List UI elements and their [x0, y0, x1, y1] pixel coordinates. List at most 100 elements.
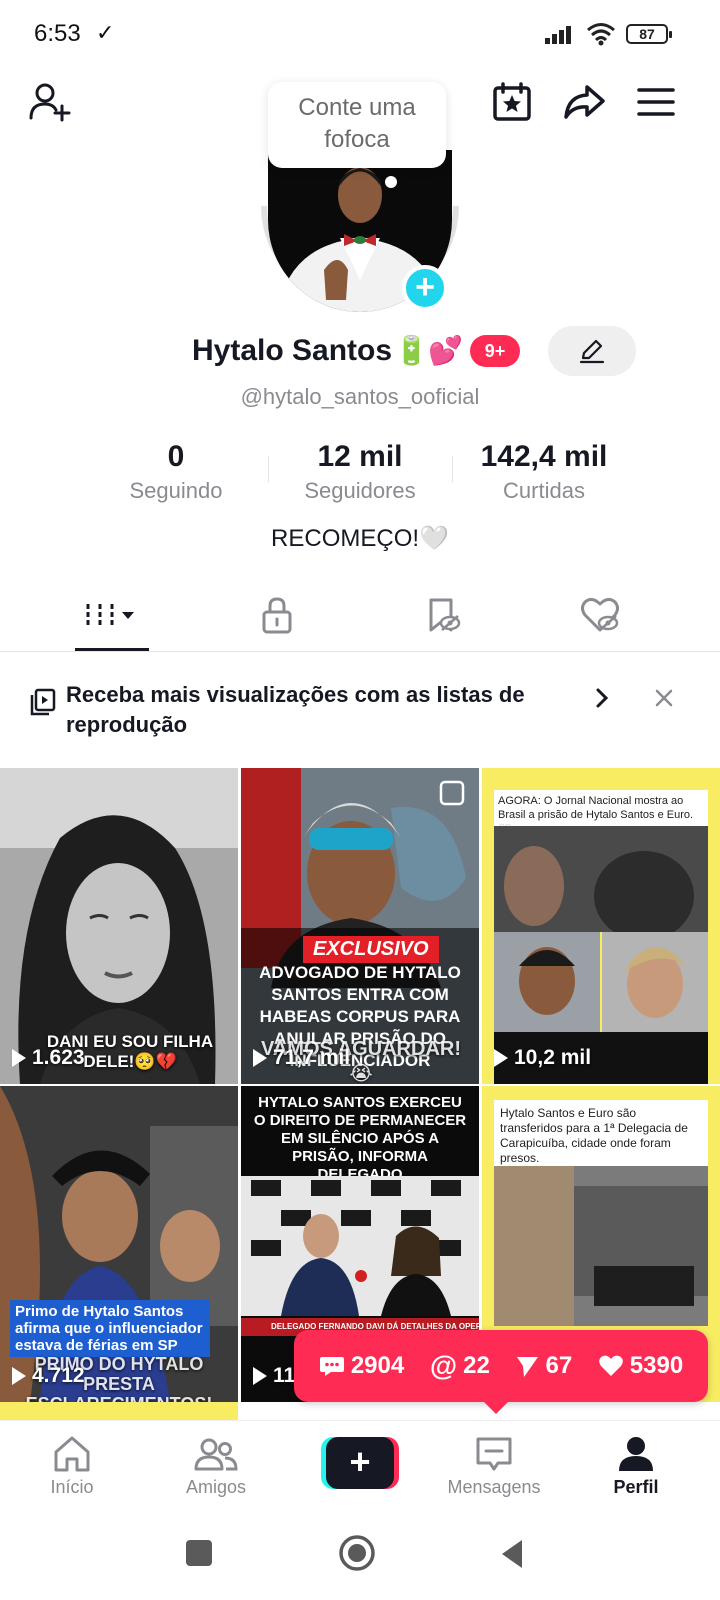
profile-tabs: [0, 578, 720, 652]
profile-icon: [619, 1436, 653, 1471]
play-icon: [12, 1049, 26, 1067]
create-button[interactable]: +: [321, 1437, 399, 1489]
add-friend-button[interactable]: [28, 80, 72, 124]
note-bubble[interactable]: Conte uma fofoca: [268, 82, 446, 168]
wifi-icon: [587, 23, 615, 46]
lock-icon: [262, 597, 292, 634]
status-time: 6:53: [34, 20, 81, 47]
add-user-icon: [29, 83, 71, 122]
likes-value: 5390: [629, 1352, 684, 1379]
video-caption: Primo de Hytalo Santos afirma que o infl…: [10, 1300, 210, 1357]
tab-videos[interactable]: [42, 578, 182, 652]
stat-label: Seguidores: [304, 478, 416, 503]
stat-label: Curtidas: [503, 478, 585, 503]
stat-followers[interactable]: 12 mil Seguidores: [270, 440, 450, 504]
close-icon[interactable]: [654, 688, 674, 708]
nav-label: Perfil: [613, 1476, 659, 1497]
video-headline: HYTALO SANTOS EXERCEU O DIREITO DE PERMA…: [253, 1094, 467, 1183]
banner-text: Receba mais visualizações com as listas …: [66, 682, 525, 737]
view-count: 4.712: [12, 1364, 85, 1388]
chevron-right-icon[interactable]: [594, 686, 610, 710]
share-arrow-icon: [564, 85, 605, 119]
view-count-text: 71,7 mil: [273, 1046, 351, 1069]
home-icon: [54, 1436, 90, 1471]
play-icon: [494, 1049, 508, 1067]
profile-bio: RECOMEÇO!🤍: [271, 525, 449, 552]
stat-value: 142,4 mil: [480, 440, 608, 473]
comment-icon: [319, 1357, 344, 1376]
bottom-navigation: Início Amigos + Mensagens Perfil: [0, 1420, 720, 1510]
bookmark-hidden-icon: [429, 598, 461, 632]
play-icon: [253, 1367, 267, 1385]
friends-icon: [194, 1438, 238, 1470]
thumbnail-image: [241, 1176, 479, 1316]
video-thumbnail[interactable]: AGORA: O Jornal Nacional mostra ao Brasi…: [482, 768, 720, 1084]
stat-value: 0: [167, 440, 185, 473]
view-count-text: 4.712: [32, 1364, 85, 1387]
system-navigation: [0, 1510, 720, 1600]
heart-icon: [599, 1355, 623, 1376]
view-count: 1.623: [12, 1046, 85, 1070]
at-icon: @: [429, 1350, 458, 1381]
video-thumbnail[interactable]: EXCLUSIVO ADVOGADO DE HYTALO SANTOS ENTR…: [241, 768, 479, 1084]
activity-notification[interactable]: 2904 @ 22 67 5390: [294, 1330, 708, 1414]
status-bar: 6:53 ✓ 87: [0, 0, 720, 70]
recents-button[interactable]: [186, 1540, 212, 1566]
back-system-button[interactable]: [498, 1538, 526, 1570]
tab-private[interactable]: [207, 578, 347, 652]
grid-dropdown-icon: [86, 604, 134, 626]
profile-handle: @hytalo_santos_ooficial: [240, 384, 480, 409]
stat-value: 12 mil: [317, 440, 403, 473]
favorites-calendar-button[interactable]: [490, 80, 534, 124]
stat-likes[interactable]: 142,4 mil Curtidas: [454, 440, 634, 504]
nav-friends[interactable]: Amigos: [144, 1421, 288, 1511]
nav-home[interactable]: Início: [0, 1421, 144, 1511]
video-thumbnail[interactable]: Primo de Hytalo Santos afirma que o infl…: [0, 1086, 238, 1402]
comments-value: 2904: [350, 1352, 405, 1379]
next-thumbnail-peek: [482, 1402, 720, 1420]
nav-messages[interactable]: Mensagens: [422, 1421, 566, 1511]
nav-label: Mensagens: [447, 1476, 541, 1497]
battery-emoji-icon: 🔋: [394, 335, 429, 366]
notification-badge: 9+: [470, 335, 520, 367]
tab-liked[interactable]: [530, 578, 670, 652]
playlist-banner[interactable]: Receba mais visualizações com as listas …: [0, 666, 720, 756]
nav-label: Amigos: [185, 1476, 247, 1497]
play-icon: [12, 1367, 26, 1385]
stat-following[interactable]: 0 Seguindo: [86, 440, 266, 504]
next-thumbnail-peek: [0, 1402, 238, 1420]
pencil-icon: [579, 339, 605, 364]
nav-label: Início: [50, 1476, 94, 1497]
view-count: 11: [253, 1364, 295, 1388]
profile-name: Hytalo Santos: [192, 334, 393, 367]
hamburger-menu-icon: [637, 88, 675, 116]
add-story-button[interactable]: +: [402, 265, 448, 311]
menu-button[interactable]: [634, 80, 678, 124]
playlist-icon: [30, 688, 56, 716]
nav-profile[interactable]: Perfil: [564, 1421, 708, 1511]
play-icon: [253, 1049, 267, 1067]
divider: [268, 456, 269, 482]
video-caption: Hytalo Santos e Euro são transferidos pa…: [494, 1100, 708, 1172]
likes-count: 5390: [598, 1352, 683, 1380]
thumbnail-image: [494, 1166, 708, 1326]
download-check-icon: ✓: [96, 20, 115, 45]
view-count-text: 11: [273, 1364, 296, 1387]
edit-profile-button[interactable]: [548, 326, 636, 376]
tab-saved[interactable]: [372, 578, 512, 652]
mentions-count: @ 22: [430, 1350, 490, 1382]
hearts-emoji-icon: 💕: [428, 335, 463, 366]
view-count-text: 10,2 mil: [514, 1046, 592, 1069]
heart-hidden-icon: [581, 597, 619, 632]
shares-value: 67: [545, 1352, 573, 1379]
view-count: 71,7 mil: [253, 1046, 350, 1070]
signal-icon: [545, 26, 571, 44]
battery-icon: 87: [626, 24, 672, 44]
home-system-button[interactable]: [338, 1534, 376, 1572]
share-profile-button[interactable]: [562, 80, 606, 124]
mentions-value: 22: [463, 1352, 490, 1379]
bubble-tail: [385, 176, 397, 188]
video-thumbnail[interactable]: DANI EU SOU FILHA DELE!🥺💔 1.623: [0, 768, 238, 1084]
comments-count: 2904: [319, 1352, 404, 1380]
plus-icon: +: [326, 1437, 394, 1489]
